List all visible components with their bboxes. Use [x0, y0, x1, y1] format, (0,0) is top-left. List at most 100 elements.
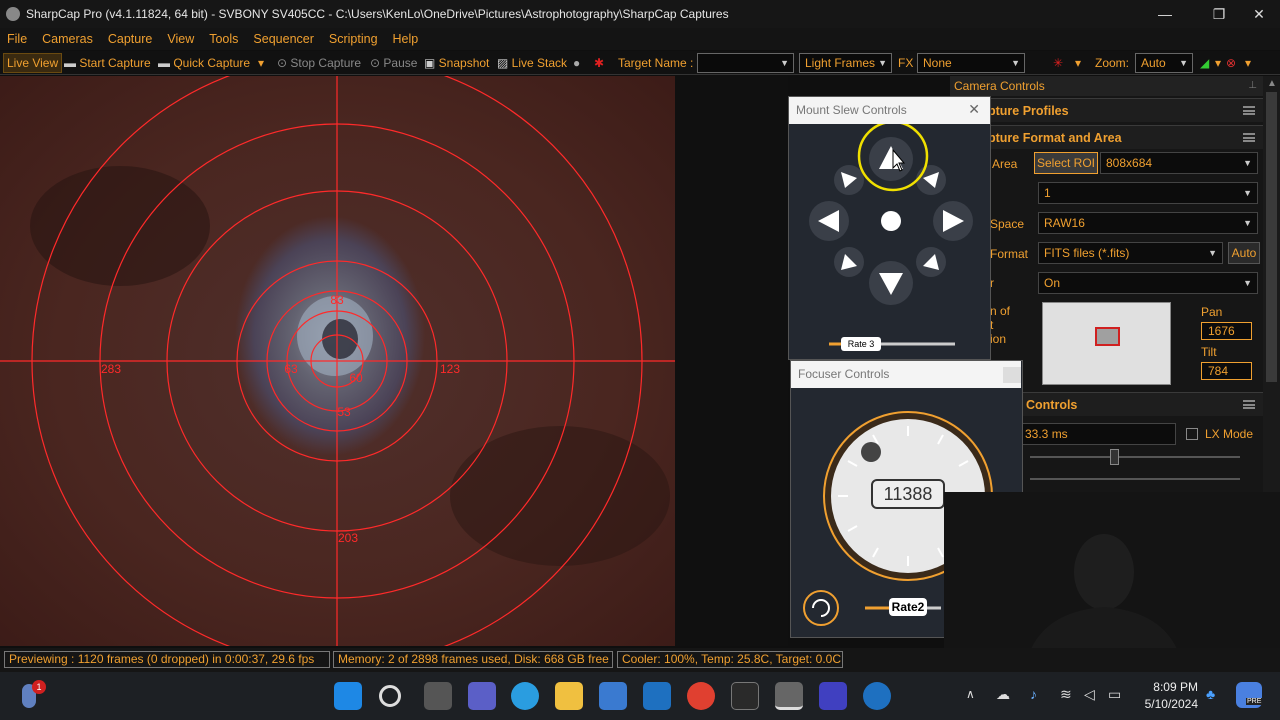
target-name-input[interactable]: ▼ — [697, 53, 794, 73]
start-capture-button[interactable]: ▬ Start Capture — [64, 54, 151, 72]
lx-mode-checkbox[interactable] — [1186, 428, 1198, 440]
frame-type-select[interactable]: Light Frames ▼ — [799, 53, 892, 73]
gain-slider-track[interactable] — [1030, 478, 1240, 480]
overlay-dropdown[interactable]: ▾ — [1075, 54, 1081, 72]
pause-button[interactable]: ⊙ Pause — [370, 54, 417, 72]
resolution-select[interactable]: 808x684 ▼ — [1100, 152, 1258, 174]
live-view-button[interactable]: Live View — [3, 53, 63, 73]
capture-format-section[interactable]: pture Format and Area — [950, 125, 1263, 149]
copilot-icon[interactable]: PRE — [1236, 682, 1263, 708]
menu-capture[interactable]: Capture — [103, 32, 157, 46]
edge-icon[interactable] — [511, 682, 539, 710]
output-format-label: Format — [990, 247, 1029, 261]
minimize-button[interactable]: — — [1142, 0, 1188, 28]
menu-help[interactable]: Help — [388, 32, 424, 46]
section-menu-icon[interactable] — [1243, 400, 1255, 409]
notification-bell-icon[interactable]: ♣ — [1206, 686, 1215, 702]
menu-view[interactable]: View — [162, 32, 199, 46]
live-stack-button[interactable]: ▨ Live Stack — [497, 54, 567, 72]
select-roi-button[interactable]: Select ROI — [1034, 152, 1098, 174]
close-window-button[interactable]: ✕ — [1236, 0, 1280, 28]
scrollbar-thumb[interactable] — [1266, 92, 1277, 382]
section-menu-icon[interactable] — [1243, 106, 1255, 115]
debayer-select[interactable]: On ▼ — [1038, 272, 1258, 294]
live-view-label: Live View — [7, 56, 59, 70]
capture-format-label: pture Format and Area — [988, 131, 1122, 145]
pan-input[interactable]: 1676 — [1201, 322, 1252, 340]
crosshair-icon[interactable]: ✳ — [1053, 54, 1063, 72]
volume-icon[interactable]: ◁ — [1084, 686, 1095, 703]
task-view-icon[interactable] — [424, 682, 452, 710]
reticle-label: 203 — [338, 531, 358, 545]
close-icon[interactable]: ✕ — [968, 101, 980, 118]
auto-button[interactable]: Auto — [1228, 242, 1260, 264]
start-menu-icon[interactable] — [334, 682, 362, 710]
stop-capture-button[interactable]: ⊙ Stop Capture — [277, 54, 361, 72]
cpwi-icon[interactable] — [731, 682, 759, 710]
roi-marker[interactable] — [1095, 327, 1120, 346]
teams-icon[interactable] — [468, 682, 496, 710]
clock-time[interactable]: 8:09 PM — [1142, 680, 1198, 694]
binning-select[interactable]: 1 ▼ — [1038, 182, 1258, 204]
fx-select[interactable]: None ▼ — [917, 53, 1025, 73]
app-icon[interactable] — [819, 682, 847, 710]
chrome-icon[interactable] — [687, 682, 715, 710]
focuser-rotate-icon[interactable] — [803, 590, 839, 626]
capture-profiles-section[interactable]: pture Profiles — [950, 98, 1263, 122]
zoom-select[interactable]: Auto ▼ — [1135, 53, 1193, 73]
pin-icon[interactable]: ⊥ — [1248, 80, 1257, 91]
menu-scripting[interactable]: Scripting — [324, 32, 383, 46]
onedrive-icon[interactable]: ☁ — [996, 686, 1010, 703]
exposure-slider-thumb[interactable] — [1110, 449, 1119, 465]
focuser-knob-indicator[interactable] — [861, 442, 881, 462]
microphone-icon[interactable]: ♪ — [1030, 686, 1037, 702]
scroll-up-icon[interactable]: ▲ — [1267, 78, 1277, 89]
debayer-value: On — [1044, 276, 1061, 290]
snapshot-button[interactable]: ▣ Snapshot — [424, 54, 489, 72]
menu-file[interactable]: File — [2, 32, 32, 46]
battery-icon[interactable]: ▭ — [1108, 686, 1121, 703]
sharpcap-taskbar-icon[interactable] — [775, 682, 803, 710]
chevron-up-icon[interactable]: ∧ — [966, 687, 975, 701]
slew-stop-icon[interactable] — [881, 211, 901, 231]
rate-slider-thumb[interactable]: Rate 3 — [841, 337, 881, 351]
roi-position-preview[interactable] — [1042, 302, 1171, 385]
settings-icon[interactable] — [863, 682, 891, 710]
output-format-select[interactable]: FITS files (*.fits) ▼ — [1038, 242, 1223, 264]
object-center — [322, 319, 358, 359]
histogram-dropdown[interactable]: ▾ — [1215, 54, 1221, 72]
focus-assist-icon[interactable]: ⊗ — [1226, 54, 1236, 72]
focuser-rate-thumb[interactable]: Rate2 — [889, 598, 927, 616]
quick-capture-dropdown[interactable]: ▾ — [258, 54, 264, 72]
wifi-icon[interactable]: ≋ — [1060, 686, 1072, 703]
quick-capture-button[interactable]: ▬ Quick Capture — [158, 54, 250, 72]
menu-tools[interactable]: Tools — [204, 32, 243, 46]
section-menu-icon[interactable] — [1243, 133, 1255, 142]
histogram-icon[interactable]: ◢ — [1200, 54, 1209, 72]
camera-preview[interactable]: 83 283 123 203 63 60 53 — [0, 76, 675, 646]
clock-date[interactable]: 5/10/2024 — [1132, 697, 1198, 711]
tilt-input[interactable]: 784 — [1201, 362, 1252, 380]
colour-space-select[interactable]: RAW16 ▼ — [1038, 212, 1258, 234]
notification-badge: 1 — [32, 680, 46, 694]
search-icon[interactable] — [379, 685, 401, 707]
record-icon[interactable]: ✱ — [594, 54, 604, 72]
dark-sphere-icon[interactable]: ● — [573, 54, 580, 72]
lx-mode-label: LX Mode — [1205, 427, 1254, 441]
store-icon[interactable] — [599, 682, 627, 710]
exposure-slider-track[interactable] — [1030, 456, 1240, 458]
snapshot-label: Snapshot — [438, 56, 490, 70]
file-explorer-icon[interactable] — [555, 682, 583, 710]
position-label: n of — [990, 304, 1011, 318]
rotate-arrow-icon — [812, 599, 830, 617]
focus-dropdown[interactable]: ▾ — [1245, 54, 1251, 72]
chevron-down-icon: ▼ — [1243, 188, 1252, 198]
menu-sequencer[interactable]: Sequencer — [248, 32, 318, 46]
focuser-close-icon[interactable] — [1003, 367, 1021, 383]
reticle-label: 123 — [440, 362, 460, 376]
menu-cameras[interactable]: Cameras — [37, 32, 98, 46]
position-label: ion — [990, 332, 1007, 346]
exposure-input[interactable]: 33.3 ms — [1020, 423, 1176, 445]
camera-icon: ▬ — [64, 56, 80, 70]
mail-icon[interactable] — [643, 682, 671, 710]
